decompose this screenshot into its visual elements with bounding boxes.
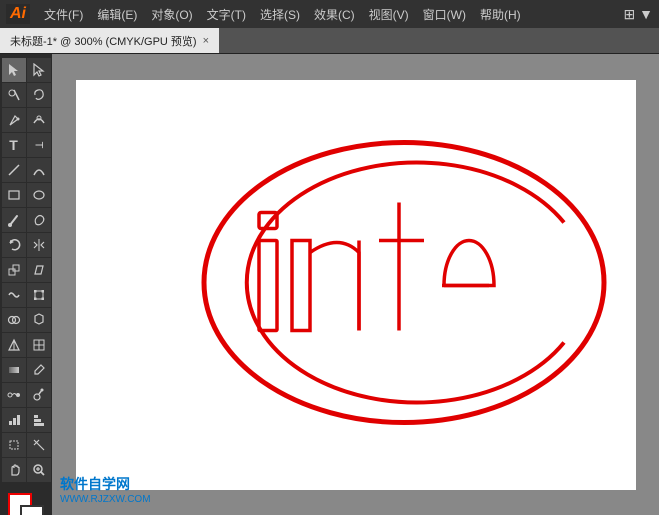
menu-effect[interactable]: 效果(C) (308, 4, 361, 25)
fill-stroke-indicator[interactable] (8, 493, 44, 515)
main-layout: T T (0, 54, 659, 515)
menu-bar: 文件(F) 编辑(E) 对象(O) 文字(T) 选择(S) 效果(C) 视图(V… (38, 4, 624, 25)
hand-tool[interactable] (2, 458, 26, 482)
scale-tool[interactable] (2, 258, 26, 282)
direct-selection-tool[interactable] (27, 58, 51, 82)
menu-file[interactable]: 文件(F) (38, 4, 89, 25)
watermark-container: 软件自学网 WWW.RJZXW.COM (60, 474, 151, 505)
selection-tool[interactable] (2, 58, 26, 82)
paintbrush-tool[interactable] (2, 208, 26, 232)
eyedropper-tool[interactable] (27, 358, 51, 382)
type-tool[interactable]: T (2, 133, 26, 157)
ellipse-tool[interactable] (27, 183, 51, 207)
tab-close-button[interactable]: × (203, 35, 209, 47)
shear-tool[interactable] (27, 258, 51, 282)
lasso-tool[interactable] (27, 83, 51, 107)
canvas-document (76, 80, 636, 490)
intel-logo-svg (184, 122, 614, 442)
mesh-tool[interactable] (27, 333, 51, 357)
warp-tool[interactable] (2, 283, 26, 307)
reflect-tool[interactable] (27, 233, 51, 257)
blob-brush-tool[interactable] (27, 208, 51, 232)
rectangle-tool[interactable] (2, 183, 26, 207)
canvas-area: 软件自学网 WWW.RJZXW.COM (52, 54, 659, 515)
intel-logo (184, 122, 614, 447)
menu-view[interactable]: 视图(V) (363, 4, 415, 25)
curvature-tool[interactable] (27, 108, 51, 132)
title-bar: Ai 文件(F) 编辑(E) 对象(O) 文字(T) 选择(S) 效果(C) 视… (0, 0, 659, 28)
vertical-type-tool[interactable]: T (27, 133, 51, 157)
stroke-box[interactable] (20, 505, 44, 515)
menu-help[interactable]: 帮助(H) (474, 4, 527, 25)
tab-label: 未标题-1* @ 300% (CMYK/GPU 预览) (10, 33, 197, 49)
arc-tool[interactable] (27, 158, 51, 182)
watermark-url: WWW.RJZXW.COM (60, 494, 151, 505)
magic-wand-tool[interactable] (2, 83, 26, 107)
zoom-tool[interactable] (27, 458, 51, 482)
rotate-tool[interactable] (2, 233, 26, 257)
menu-window[interactable]: 窗口(W) (417, 4, 472, 25)
menu-select[interactable]: 选择(S) (254, 4, 306, 25)
bar-graph-tool[interactable] (27, 408, 51, 432)
shape-builder-tool[interactable] (2, 308, 26, 332)
grid-icon[interactable]: ⊞ ▼ (624, 6, 653, 23)
symbol-sprayer-tool[interactable] (27, 383, 51, 407)
live-paint-bucket-tool[interactable] (27, 308, 51, 332)
tab-bar: 未标题-1* @ 300% (CMYK/GPU 预览) × (0, 28, 659, 54)
watermark-text: 软件自学网 (60, 474, 151, 494)
line-segment-tool[interactable] (2, 158, 26, 182)
slice-tool[interactable] (27, 433, 51, 457)
menu-object[interactable]: 对象(O) (145, 4, 198, 25)
perspective-grid-tool[interactable] (2, 333, 26, 357)
free-transform-tool[interactable] (27, 283, 51, 307)
pen-tool[interactable] (2, 108, 26, 132)
column-graph-tool[interactable] (2, 408, 26, 432)
color-section (0, 489, 52, 515)
app-logo: Ai (6, 4, 30, 24)
menu-edit[interactable]: 编辑(E) (91, 4, 143, 25)
blend-tool[interactable] (2, 383, 26, 407)
menu-type[interactable]: 文字(T) (201, 4, 252, 25)
gradient-tool[interactable] (2, 358, 26, 382)
artboard-tool[interactable] (2, 433, 26, 457)
left-toolbar: T T (0, 54, 52, 515)
active-tab[interactable]: 未标题-1* @ 300% (CMYK/GPU 预览) × (0, 28, 219, 53)
